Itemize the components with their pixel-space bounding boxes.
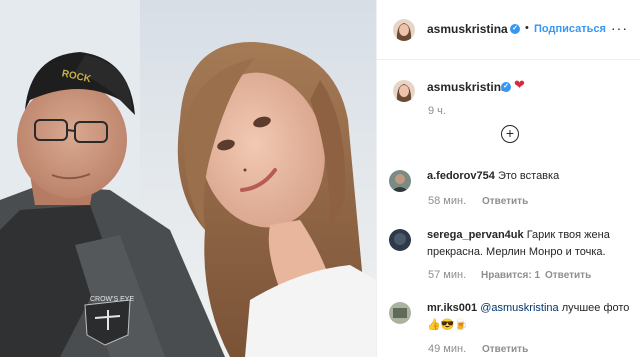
comment-3-reply-button[interactable]: Ответить [482, 344, 528, 355]
comment-3: mr.iks001 @asmuskristina лучшее фото 👍😎🍺 [427, 300, 632, 334]
post-photo: CROW'S EYE ROCK [0, 0, 376, 357]
patch-label: CROW'S EYE [90, 296, 134, 303]
author-username[interactable]: asmuskristina [427, 22, 508, 36]
comment-2-username[interactable]: serega_pervan4uk [427, 229, 524, 241]
heart-emoji-icon: ❤ [514, 77, 525, 92]
comment-avatar-2[interactable] [389, 229, 411, 251]
verified-badge-icon: ✓ [510, 24, 520, 34]
comment-2-reply-button[interactable]: Ответить [545, 270, 591, 281]
post-header: asmuskristina ✓ • Подписаться ··· [377, 0, 640, 60]
comment-2: serega_pervan4uk Гарик твоя жена прекрас… [427, 227, 632, 261]
author-avatar[interactable] [393, 19, 415, 41]
comment-1-reply-button[interactable]: Ответить [482, 196, 528, 207]
caption-avatar[interactable] [393, 80, 415, 102]
comment-avatar-1[interactable] [389, 170, 411, 192]
post-side-panel: asmuskristina ✓ • Подписаться ··· asmusk… [376, 0, 640, 357]
caption-time: 9 ч. [428, 105, 446, 117]
load-more-comments-icon[interactable]: + [501, 125, 519, 143]
caption-verified-badge-icon: ✓ [501, 82, 511, 92]
comment-3-username[interactable]: mr.iks001 [427, 302, 477, 314]
comment-avatar-3[interactable] [389, 302, 411, 324]
comment-1-username[interactable]: a.fedorov754 [427, 170, 495, 182]
comment-3-time: 49 мин. [428, 343, 467, 355]
follow-button[interactable]: Подписаться [534, 23, 606, 35]
comment-1-text: Это вставка [497, 170, 560, 182]
separator-dot: • [525, 22, 529, 34]
more-options-icon[interactable]: ··· [611, 20, 628, 36]
comment-3-mention[interactable]: @asmuskristina [480, 302, 558, 314]
comment-1: a.fedorov754 Это вставка [427, 168, 632, 185]
photo-image: CROW'S EYE ROCK [0, 0, 376, 357]
comment-2-likes[interactable]: Нравится: 1 [481, 270, 540, 281]
comment-1-time: 58 мин. [428, 195, 467, 207]
comment-2-time: 57 мин. [428, 269, 467, 281]
caption-username[interactable]: asmuskristina [427, 80, 508, 94]
